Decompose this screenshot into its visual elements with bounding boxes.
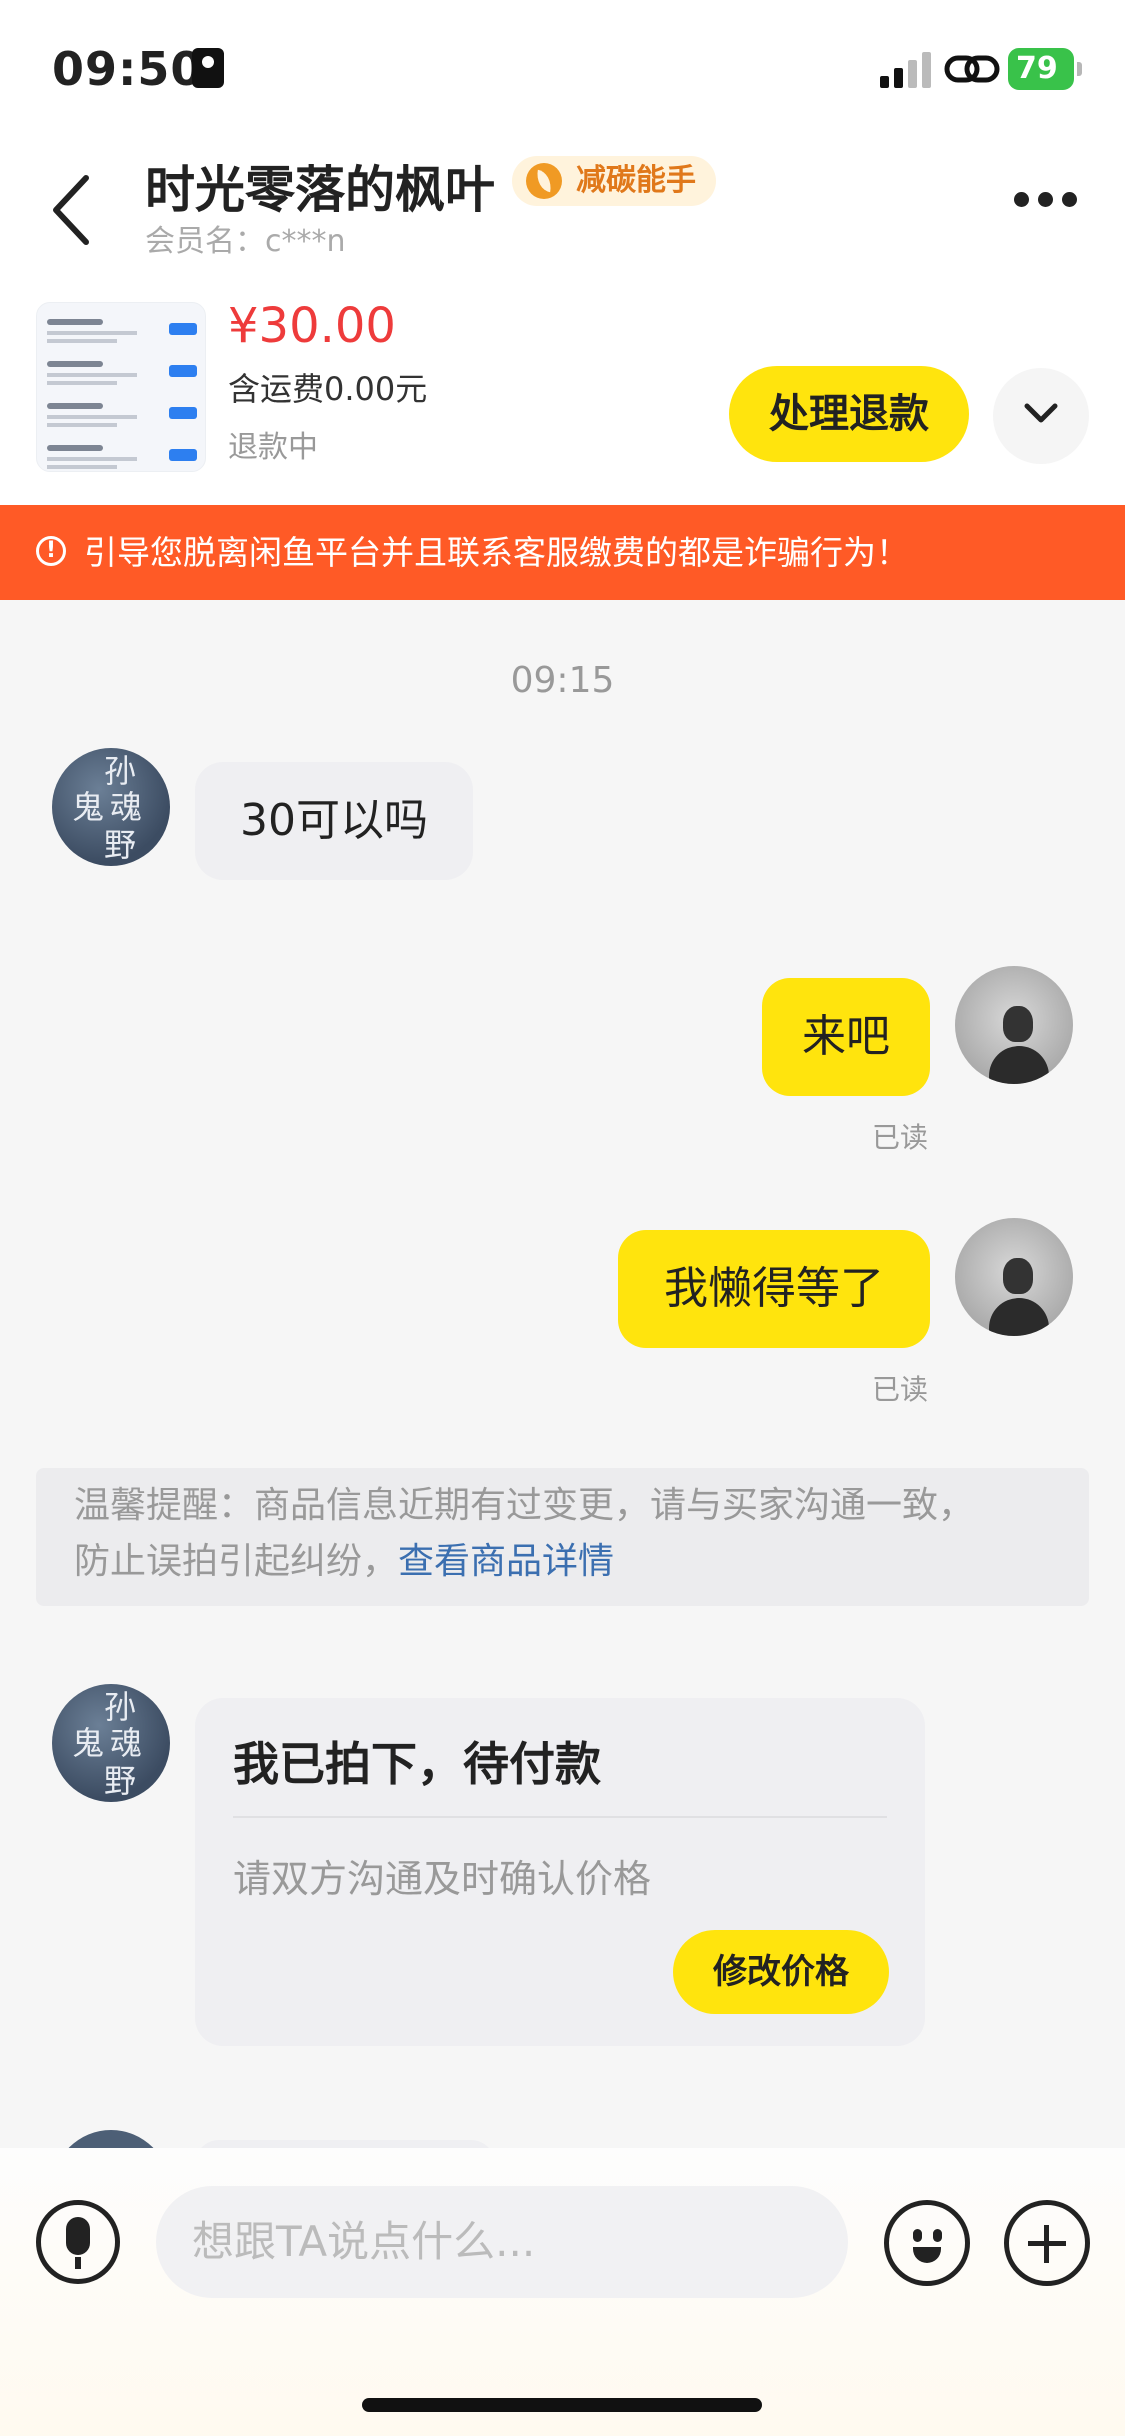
message-bubble[interactable]: 30可以吗: [195, 762, 473, 880]
warning-text: 引导您脱离闲鱼平台并且联系客服缴费的都是诈骗行为！: [84, 533, 909, 572]
shipping-fee: 含运费0.00元: [228, 370, 428, 408]
back-icon[interactable]: [48, 170, 98, 250]
carbon-badge[interactable]: 减碳能手: [512, 156, 716, 206]
alert-icon: !: [36, 536, 66, 566]
more-icon[interactable]: [1014, 192, 1078, 208]
battery-icon: 79: [1008, 48, 1082, 90]
product-thumbnail[interactable]: [36, 302, 206, 472]
contact-card-icon: [192, 48, 224, 88]
tip-line-1: 温馨提醒：商品信息近期有过变更，请与买家沟通一致，: [74, 1485, 975, 1526]
order-card-subtitle: 请双方沟通及时确认价格: [233, 1857, 652, 1901]
chat-header: 时光零落的枫叶 减碳能手 会员名：c***n: [0, 130, 1125, 290]
system-tip: 温馨提醒：商品信息近期有过变更，请与买家沟通一致， 防止误拍引起纠纷，查看商品详…: [36, 1468, 1089, 1606]
microphone-icon[interactable]: [36, 2200, 120, 2284]
avatar[interactable]: [955, 1218, 1073, 1336]
product-card[interactable]: ¥30.00 含运费0.00元 退款中 处理退款: [0, 290, 1125, 505]
fraud-warning-banner: ! 引导您脱离闲鱼平台并且联系客服缴费的都是诈骗行为！: [0, 505, 1125, 600]
plus-icon[interactable]: [1004, 2200, 1090, 2286]
message-bubble[interactable]: 来吧: [762, 978, 930, 1096]
chat-timestamp: 09:15: [510, 660, 615, 701]
chevron-down-icon: [1024, 403, 1058, 423]
home-indicator: [362, 2398, 762, 2412]
divider: [233, 1816, 887, 1818]
input-bar: 想跟TA说点什么...: [0, 2148, 1125, 2436]
signal-icon: [880, 52, 932, 88]
member-name: 会员名：c***n: [145, 224, 346, 259]
status-time: 09:50: [52, 42, 204, 96]
leaf-icon: [526, 163, 562, 199]
order-card-title: 我已拍下，待付款: [233, 1737, 601, 1791]
handle-refund-button[interactable]: 处理退款: [729, 366, 969, 462]
tip-line-2: 防止误拍引起纠纷，: [74, 1541, 399, 1582]
avatar[interactable]: [955, 966, 1073, 1084]
order-status: 退款中: [228, 430, 318, 465]
view-product-details-link[interactable]: 查看商品详情: [398, 1541, 614, 1582]
read-receipt: 已读: [872, 1373, 929, 1406]
status-bar: 09:50 79: [0, 0, 1125, 130]
link-icon: [944, 55, 1000, 83]
message-input[interactable]: 想跟TA说点什么...: [156, 2186, 848, 2298]
emoji-icon[interactable]: [884, 2200, 970, 2286]
chat-title[interactable]: 时光零落的枫叶: [145, 150, 495, 222]
product-price: ¥30.00: [228, 298, 396, 354]
expand-button[interactable]: [993, 368, 1089, 464]
read-receipt: 已读: [872, 1121, 929, 1154]
avatar[interactable]: 孙 鬼 魂 野: [52, 748, 170, 866]
modify-price-button[interactable]: 修改价格: [673, 1930, 889, 2014]
badge-label: 减碳能手: [576, 163, 696, 198]
order-card[interactable]: 我已拍下，待付款 请双方沟通及时确认价格 修改价格: [195, 1698, 925, 2046]
avatar[interactable]: 孙 鬼 魂 野: [52, 1684, 170, 1802]
message-bubble[interactable]: 我懒得等了: [618, 1230, 930, 1348]
